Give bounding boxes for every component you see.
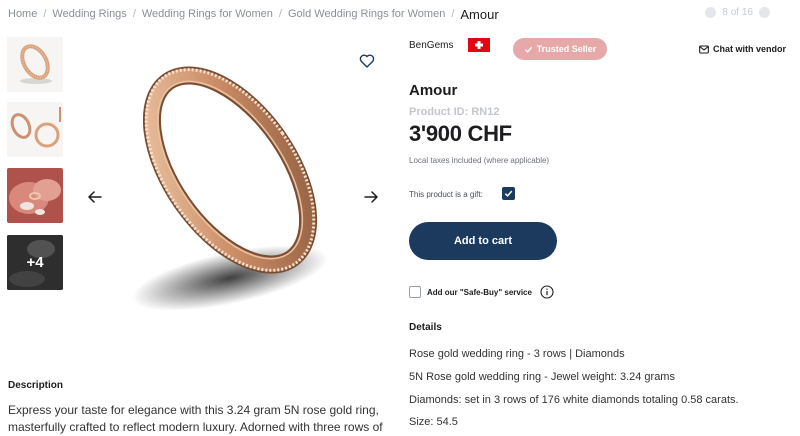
hand-with-ring-thumbnail-image (7, 168, 63, 223)
rose-gold-ring-image (132, 66, 328, 311)
product-pager: 8 of 16 (705, 7, 770, 18)
breadcrumb-separator: / (132, 8, 136, 20)
envelope-icon (699, 44, 709, 54)
breadcrumb-item-wedding-rings-women[interactable]: Wedding Rings for Women (142, 8, 273, 20)
previous-product-icon[interactable] (705, 7, 717, 18)
trusted-seller-badge: Trusted Seller (513, 38, 607, 60)
description-text: Express your taste for elegance with thi… (8, 403, 383, 434)
safe-buy-label: Add our "Safe-Buy" service (427, 288, 532, 297)
arrow-left-icon[interactable] (87, 189, 103, 205)
next-product-icon[interactable] (759, 7, 770, 18)
arrow-right-icon[interactable] (363, 189, 379, 205)
safe-buy-checkbox[interactable] (409, 286, 421, 298)
info-icon[interactable] (540, 285, 554, 299)
breadcrumb: Home / Wedding Rings / Wedding Rings for… (8, 6, 499, 22)
gift-checkbox[interactable] (502, 187, 515, 200)
ring-thumbnail-image (7, 37, 63, 92)
pager-count: 8 of 16 (722, 7, 753, 18)
thumbnail-2[interactable] (7, 102, 63, 157)
breadcrumb-separator: / (43, 8, 47, 20)
product-id: Product ID: RN12 (409, 106, 500, 118)
taxes-note: Local taxes included (where applicable) (409, 156, 550, 165)
breadcrumb-current: Amour (460, 6, 499, 22)
thumbnail-more[interactable]: +4 (7, 235, 63, 290)
thumbnail-1[interactable] (7, 37, 63, 92)
product-main-image (110, 60, 350, 320)
chat-with-vendor-label: Chat with vendor (712, 44, 786, 54)
add-to-cart-button[interactable]: Add to cart (409, 222, 557, 260)
checkmark-icon (504, 190, 513, 197)
ring-pair-thumbnail-image (7, 102, 63, 157)
product-price: 3'900 CHF (409, 121, 512, 146)
breadcrumb-item-wedding-rings[interactable]: Wedding Rings (52, 8, 126, 20)
thumbnail-3[interactable] (7, 168, 63, 223)
vendor-name[interactable]: BenGems (409, 40, 453, 51)
detail-line: 5N Rose gold wedding ring - Jewel weight… (409, 371, 675, 383)
chat-with-vendor-link[interactable]: Chat with vendor (699, 44, 786, 54)
breadcrumb-separator: / (451, 8, 455, 20)
switzerland-flag-icon (468, 38, 490, 52)
details-heading: Details (409, 322, 442, 333)
breadcrumb-separator: / (278, 8, 282, 20)
checkmark-icon (524, 46, 532, 53)
detail-line: Rose gold wedding ring - 3 rows | Diamon… (409, 348, 625, 360)
breadcrumb-item-home[interactable]: Home (8, 8, 37, 20)
trusted-seller-label: Trusted Seller (536, 44, 597, 54)
heart-icon[interactable] (359, 53, 375, 69)
detail-line: Size: 54.5 (409, 416, 458, 428)
description-heading: Description (8, 380, 64, 391)
more-photos-count: +4 (26, 254, 44, 271)
gift-label: This product is a gift: (409, 190, 483, 199)
detail-line: Diamonds: set in 3 rows of 176 white dia… (409, 394, 739, 406)
breadcrumb-item-gold-wedding-rings-women[interactable]: Gold Wedding Rings for Women (288, 8, 445, 20)
product-title: Amour (409, 82, 458, 99)
